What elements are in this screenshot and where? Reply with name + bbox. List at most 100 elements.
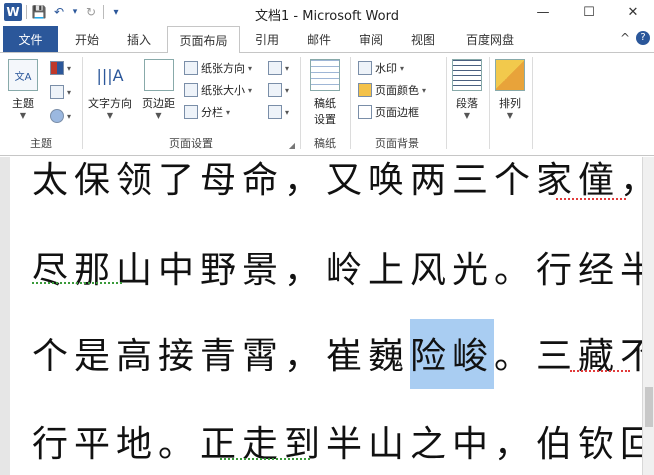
text-direction-label: 文字方向 <box>88 97 132 110</box>
ribbon-tabs: 文件 开始 插入 页面布局 引用 邮件 审阅 视图 百度网盘 ^ ? <box>0 26 654 53</box>
text-direction-icon: |||A <box>96 65 124 85</box>
collapse-ribbon-icon[interactable]: ^ <box>620 31 630 45</box>
orientation-button[interactable]: 纸张方向 ▾ <box>184 59 252 77</box>
paragraph-icon <box>452 59 482 91</box>
theme-group: 文A 主题 ▼ ▾ ▾ ▾ 主题 <box>2 55 80 153</box>
columns-button[interactable]: 分栏 ▾ <box>184 103 230 121</box>
chevron-down-icon: ▼ <box>506 111 514 120</box>
chevron-down-icon: ▾ <box>226 107 231 117</box>
orientation-icon <box>184 61 198 75</box>
line-text: 尽那山中野景，岭上风光。行经半日 <box>32 250 642 291</box>
group-divider <box>350 57 351 149</box>
theme-fonts-icon <box>50 85 64 99</box>
page-setup-group-label: 页面设置 <box>169 137 213 150</box>
paper-size-icon <box>184 83 198 97</box>
group-divider <box>446 57 447 149</box>
maximize-button[interactable]: ☐ <box>566 0 612 24</box>
text-line[interactable]: 尽那山中野景，岭上风光。行经半日 <box>32 241 642 293</box>
theme-colors-icon <box>50 61 64 75</box>
watermark-icon <box>358 61 372 75</box>
spelling-underline <box>570 369 630 372</box>
draft-settings-button[interactable]: 稿纸 设置 <box>310 59 340 127</box>
hyphenation-icon <box>268 105 282 119</box>
orientation-label: 纸张方向 <box>201 62 245 75</box>
line-numbers-button[interactable]: ▾ <box>268 81 289 99</box>
document-page[interactable]: 太保领了母命，又唤两三个家僮，各 尽那山中野景，岭上风光。行经半日 个是高接青霄… <box>10 157 642 475</box>
page-color-button[interactable]: 页面颜色 ▾ <box>358 81 426 99</box>
line-text: 个是高接青霄，崔巍 <box>32 336 411 377</box>
page-borders-button[interactable]: 页面边框 <box>358 103 419 121</box>
page-setup-group: |||A 文字方向 ▼ 页边距 ▼ 纸张方向 ▾ 纸张大小 ▾ 分栏 ▾ ▾ ▾ ▾ <box>84 55 298 153</box>
size-button[interactable]: 纸张大小 ▾ <box>184 81 252 99</box>
arrange-group: 排列 ▼ <box>491 55 531 153</box>
tab-review[interactable]: 审阅 <box>348 26 394 52</box>
line-numbers-icon <box>268 83 282 97</box>
theme-fonts-button[interactable]: ▾ <box>50 83 71 101</box>
chevron-down-icon: ▼ <box>19 111 27 120</box>
scrollbar-thumb[interactable] <box>645 387 653 427</box>
title-bar: W 💾 ↶ ▾ ↻ ▾ 文档1 - Microsoft Word — ☐ ✕ <box>0 0 654 26</box>
draft-group-label: 稿纸 <box>314 137 336 150</box>
document-area[interactable]: 太保领了母命，又唤两三个家僮，各 尽那山中野景，岭上风光。行经半日 个是高接青霄… <box>0 157 654 475</box>
paragraph-group: 段落 ▼ <box>448 55 488 153</box>
draft-paper-icon <box>310 59 340 91</box>
paragraph-label: 段落 <box>456 97 478 110</box>
vertical-scrollbar[interactable] <box>642 157 654 475</box>
selected-text[interactable]: 险峻 <box>410 319 495 389</box>
text-direction-button[interactable]: |||A 文字方向 ▼ <box>88 59 132 121</box>
tab-references[interactable]: 引用 <box>244 26 290 52</box>
group-divider <box>532 57 533 149</box>
chevron-down-icon: ▾ <box>400 63 405 73</box>
chevron-down-icon: ▾ <box>67 87 72 97</box>
tab-home[interactable]: 开始 <box>64 26 110 52</box>
margins-button[interactable]: 页边距 ▼ <box>142 59 175 120</box>
themes-icon: 文A <box>8 59 38 91</box>
breaks-button[interactable]: ▾ <box>268 59 289 77</box>
chevron-down-icon: ▾ <box>285 85 290 95</box>
grammar-underline <box>220 457 310 460</box>
watermark-button[interactable]: 水印 ▾ <box>358 59 404 77</box>
group-divider <box>489 57 490 149</box>
group-divider <box>300 57 301 149</box>
arrange-button[interactable]: 排列 ▼ <box>495 59 525 120</box>
ribbon: 文A 主题 ▼ ▾ ▾ ▾ 主题 |||A 文字方向 ▼ 页边距 ▼ 纸张方向 ▾ <box>0 52 654 156</box>
margins-label: 页边距 <box>142 97 175 110</box>
theme-colors-button[interactable]: ▾ <box>50 59 71 77</box>
spelling-underline <box>556 197 626 200</box>
chevron-down-icon: ▼ <box>463 111 471 120</box>
help-icon[interactable]: ? <box>636 31 650 45</box>
tab-baidu-netdisk[interactable]: 百度网盘 <box>452 26 528 52</box>
tab-insert[interactable]: 插入 <box>116 26 162 52</box>
size-label: 纸张大小 <box>201 84 245 97</box>
line-text: 行平地。正走到半山之中，伯钦回身 <box>32 424 642 465</box>
theme-effects-button[interactable]: ▾ <box>50 107 71 125</box>
draft-settings-label-1: 稿纸 <box>314 97 336 110</box>
minimize-button[interactable]: — <box>520 0 566 24</box>
tab-mailings[interactable]: 邮件 <box>296 26 342 52</box>
dialog-launcher-icon[interactable]: ◢ <box>289 141 295 150</box>
chevron-down-icon: ▾ <box>67 111 72 121</box>
themes-button[interactable]: 文A 主题 ▼ <box>8 59 38 120</box>
close-button[interactable]: ✕ <box>610 0 654 24</box>
text-line[interactable]: 行平地。正走到半山之中，伯钦回身 <box>32 415 642 467</box>
page-color-label: 页面颜色 <box>375 84 419 97</box>
grammar-underline <box>32 281 122 284</box>
chevron-down-icon: ▼ <box>155 111 162 120</box>
text-line[interactable]: 太保领了母命，又唤两三个家僮，各 <box>32 157 642 203</box>
theme-group-label: 主题 <box>30 137 52 150</box>
hyphenation-button[interactable]: ▾ <box>268 103 289 121</box>
watermark-label: 水印 <box>375 62 397 75</box>
group-divider <box>82 57 83 149</box>
draft-paper-group: 稿纸 设置 稿纸 <box>302 55 348 153</box>
theme-effects-icon <box>50 109 64 123</box>
columns-label: 分栏 <box>201 106 223 119</box>
tab-file[interactable]: 文件 <box>3 26 58 52</box>
tab-page-layout[interactable]: 页面布局 <box>167 26 240 53</box>
paragraph-button[interactable]: 段落 ▼ <box>452 59 482 120</box>
tab-view[interactable]: 视图 <box>400 26 446 52</box>
chevron-down-icon: ▾ <box>248 85 253 95</box>
arrange-icon <box>495 59 525 91</box>
line-text: 太保领了母命，又唤两三个家僮，各 <box>32 160 642 201</box>
draft-settings-label-2: 设置 <box>314 113 336 126</box>
text-line[interactable]: 个是高接青霄，崔巍险峻。三藏不一 <box>32 319 642 389</box>
